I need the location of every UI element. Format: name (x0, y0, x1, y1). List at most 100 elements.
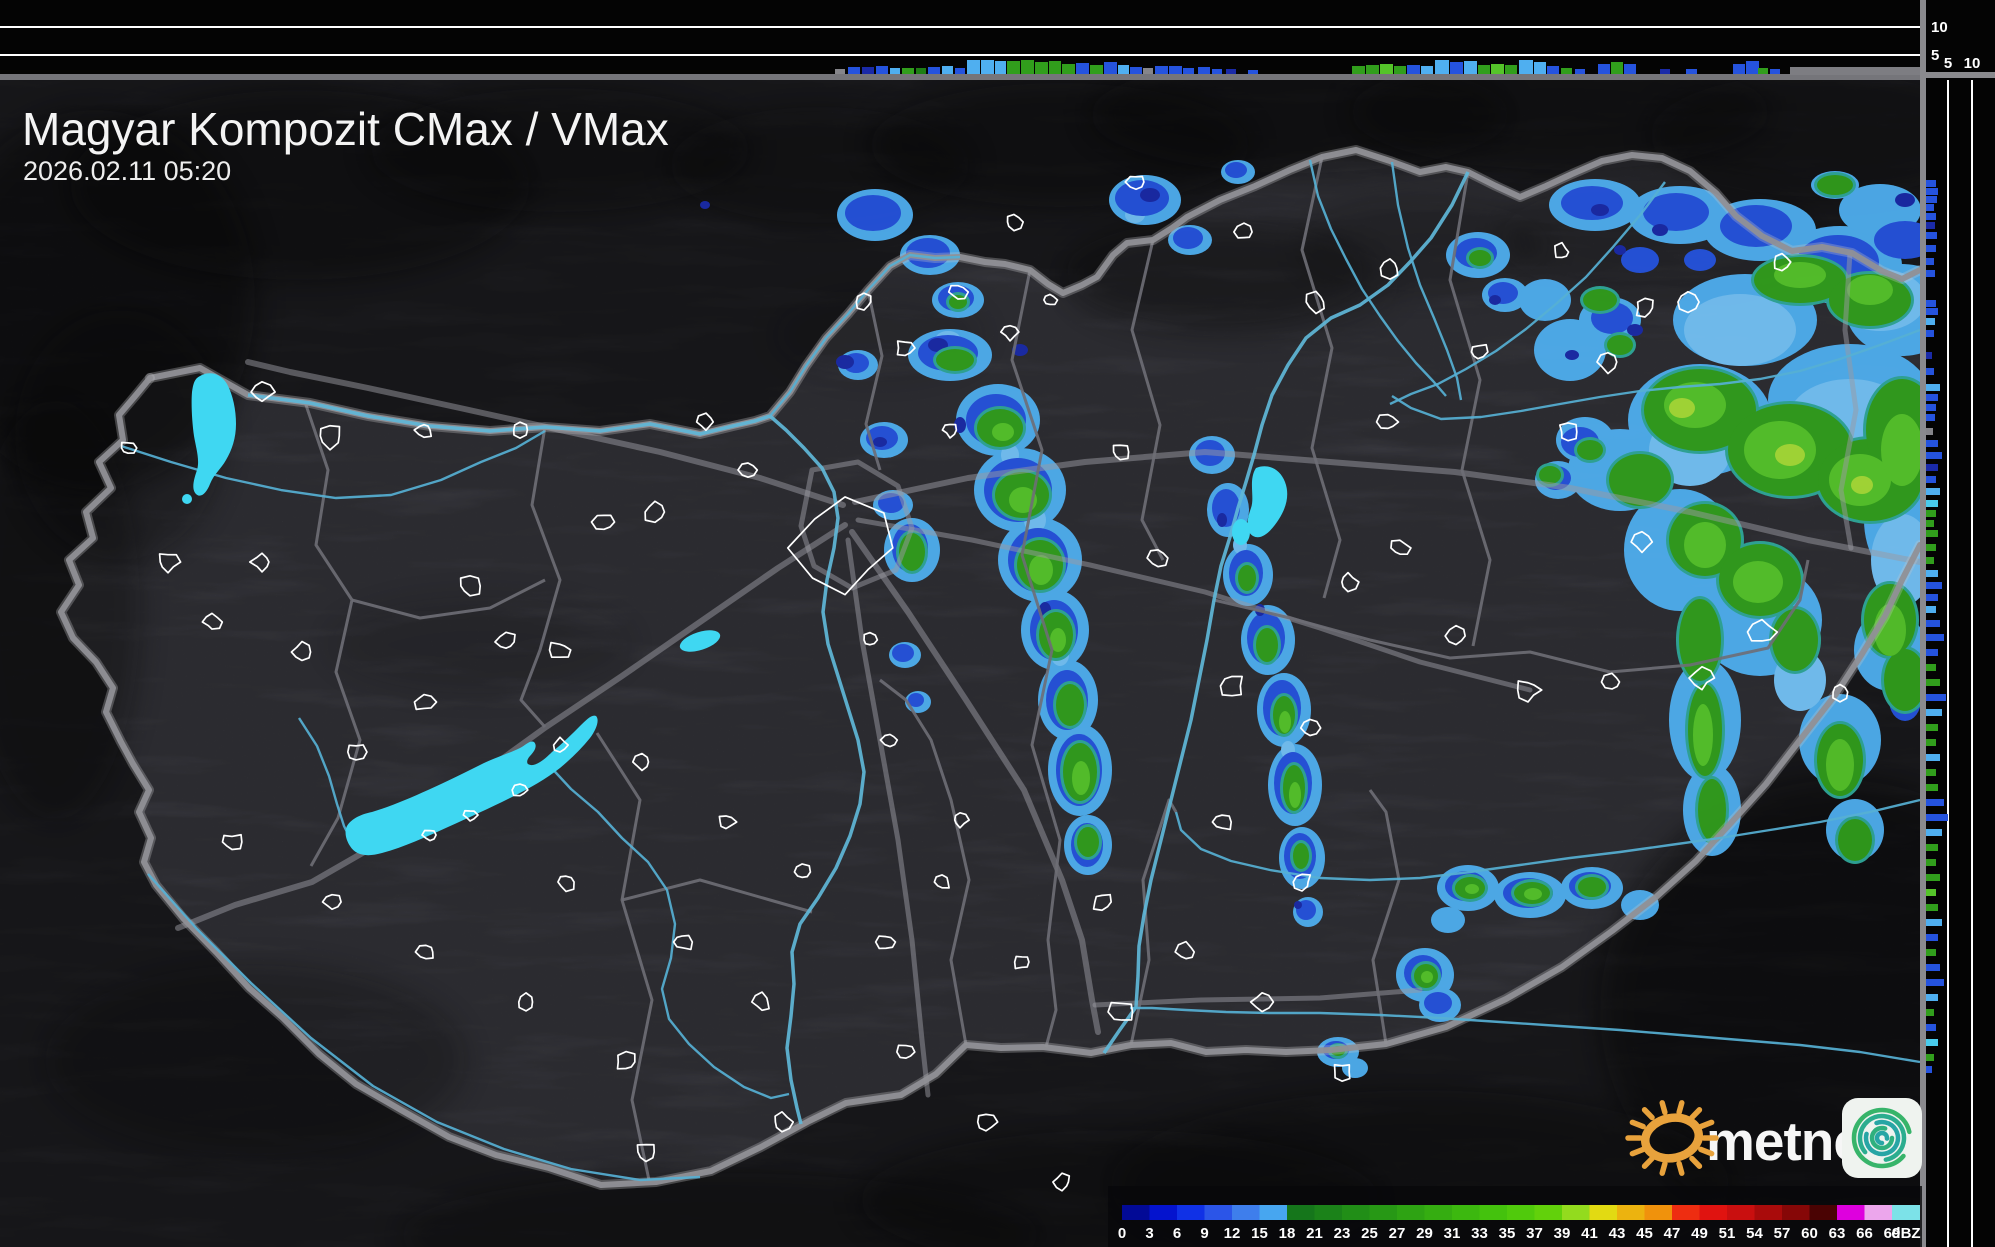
colorbar-label: 33 (1471, 1225, 1488, 1242)
right-profile-bar (1926, 510, 1936, 517)
sun-ray-icon (1676, 1160, 1685, 1176)
right-profile-bar (1926, 739, 1936, 746)
colorbar-segment (1754, 1205, 1783, 1220)
echo-core (1733, 561, 1783, 603)
right-profile-bar (1926, 606, 1936, 613)
top-profile-bar (1491, 64, 1504, 74)
right-profile-bar (1926, 814, 1948, 821)
colorbar-segment (1507, 1205, 1535, 1220)
colorbar-label: 54 (1746, 1225, 1763, 1242)
right-profile-bar (1926, 428, 1933, 435)
top-profile-bar (967, 60, 980, 74)
right-profile-bar (1926, 520, 1934, 527)
top-profile-bar (1561, 68, 1572, 74)
echo-fringe (1431, 907, 1465, 933)
echo-green (1884, 649, 1922, 711)
right-profile-bar (1926, 949, 1936, 956)
right-profile-bar (1926, 544, 1936, 551)
colorbar-label: 60 (1801, 1225, 1818, 1242)
right-profile-bar (1926, 964, 1940, 971)
right-profile-bar (1926, 488, 1940, 495)
right-profile-bar (1926, 1066, 1932, 1073)
top-profile-bar (1407, 65, 1420, 74)
top-ground-segment (1790, 67, 1922, 75)
top-profile-bar (1478, 65, 1490, 74)
right-profile-bar (1926, 570, 1938, 577)
top-profile-bar (942, 66, 953, 74)
top-profile-bar (1380, 64, 1393, 74)
right-profile-bar (1926, 1039, 1938, 1046)
top-profile-bar (1733, 64, 1745, 74)
page-title: Magyar Kompozit CMax / VMax (22, 103, 669, 155)
colorbar-segment (1837, 1205, 1865, 1220)
echo-blue (892, 644, 914, 662)
top-profile-bar (1435, 60, 1449, 74)
map-panel (0, 74, 1922, 1247)
echo-core (1289, 782, 1301, 808)
echo-fringe (1342, 1058, 1368, 1078)
right-profile-bar (1926, 530, 1938, 537)
right-profile-bar (1926, 724, 1938, 731)
top-profile-bar (1770, 69, 1780, 74)
echo-sky (1684, 294, 1796, 366)
echo-navy (1217, 513, 1227, 527)
echo-navy (1489, 295, 1501, 305)
colorbar-label: 21 (1306, 1225, 1323, 1242)
colorbar-segment (1259, 1205, 1288, 1220)
right-profile-bar (1926, 994, 1938, 1001)
right-profile-bar (1926, 500, 1938, 507)
colorbar-segment (1864, 1205, 1893, 1220)
right-profile-tick-5: 5 (1944, 55, 1952, 72)
echo-core (1693, 704, 1713, 766)
right-profile-bar (1926, 889, 1936, 896)
colorbar-segment (1809, 1205, 1838, 1220)
sun-ray-icon (1659, 1100, 1668, 1116)
echo-navy (1614, 245, 1626, 255)
colorbar-label: 43 (1609, 1225, 1626, 1242)
echo-hotspot (1775, 444, 1805, 466)
right-profile-bar (1926, 634, 1944, 641)
right-profile-bar (1926, 394, 1938, 401)
right-profile-bar (1926, 352, 1932, 359)
top-profile-bar (1598, 64, 1610, 74)
right-profile-bar (1926, 204, 1934, 211)
colorbar-segment (1644, 1205, 1673, 1220)
top-profile-bar (1660, 69, 1670, 74)
right-profile-bar (1926, 245, 1936, 252)
dbz-colorbar: 0 3 6 9 12 15 18 21 23 25 27 29 31 33 35 37 39 41 43 45 47 49… (1108, 1186, 1922, 1247)
colorbar-label: 27 (1389, 1225, 1406, 1242)
top-profile-bar (1450, 62, 1463, 74)
echo-navy (873, 437, 887, 447)
echo-green (1577, 440, 1603, 460)
top-profile-bar (955, 68, 965, 74)
right-profile-bar (1926, 557, 1934, 564)
colorbar-segment (1452, 1205, 1480, 1220)
right-profile-bar (1926, 934, 1938, 941)
right-profile-bar (1926, 1009, 1934, 1016)
echo-green (1469, 250, 1491, 266)
top-ground-band (0, 74, 1922, 80)
echo-navy (1652, 224, 1668, 236)
colorbar-segment (1177, 1205, 1205, 1220)
top-profile-bar (1394, 66, 1406, 74)
right-profile-bar (1926, 318, 1935, 325)
colorbar-segment (1699, 1205, 1728, 1220)
colorbar-segment (1149, 1205, 1178, 1220)
top-profile-bar (916, 68, 926, 74)
top-profile-bar (1049, 61, 1061, 74)
echo-green (1772, 609, 1818, 671)
echo-green (1838, 819, 1872, 861)
right-profile-bar (1926, 594, 1938, 601)
colorbar-label: 0 (1118, 1225, 1126, 1242)
echo-blue (1621, 247, 1659, 273)
top-profile-bar (1076, 63, 1089, 74)
top-profile-bar (1547, 66, 1559, 74)
echo-navy (1895, 193, 1915, 207)
echo-green (1238, 565, 1256, 591)
right-profile-tick-10: 10 (1964, 55, 1981, 72)
echo-core (1279, 711, 1291, 733)
right-profile-bar (1926, 694, 1946, 701)
echo-blue (1684, 249, 1716, 271)
right-profile-bar (1926, 384, 1940, 391)
colorbar-label: 66 (1856, 1225, 1873, 1242)
